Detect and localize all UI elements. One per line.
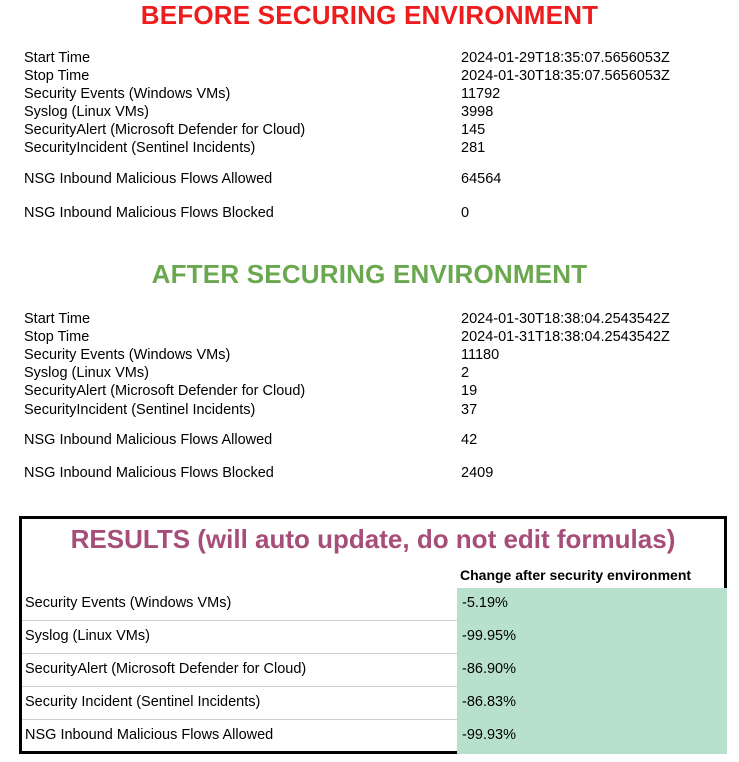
row-value: 37 — [461, 402, 478, 418]
row-label: NSG Inbound Malicious Flows Blocked — [24, 465, 274, 481]
row-value: 2409 — [461, 465, 494, 481]
row-value: -99.93% — [462, 727, 517, 743]
row-value: 2024-01-30T18:35:07.5656053Z — [461, 68, 670, 84]
before-section-title: BEFORE SECURING ENVIRONMENT — [140, 0, 599, 30]
before-row-stop-time: Stop Time 2024-01-30T18:35:07.5656053Z — [24, 67, 724, 85]
after-row-syslog: Syslog (Linux VMs) 2 — [24, 364, 724, 382]
before-row-start-time: Start Time 2024-01-29T18:35:07.5656053Z — [24, 49, 724, 67]
row-label: SecurityAlert (Microsoft Defender for Cl… — [25, 661, 307, 677]
row-value: 42 — [461, 432, 478, 448]
row-value: 11792 — [461, 86, 501, 102]
row-label: Security Events (Windows VMs) — [24, 86, 231, 102]
row-value: 19 — [461, 383, 478, 399]
after-row-security-events: Security Events (Windows VMs) 11180 — [24, 346, 724, 364]
row-value: 2024-01-30T18:38:04.2543542Z — [461, 311, 670, 327]
results-title: RESULTS (will auto update, do not edit f… — [70, 524, 676, 554]
row-value: 2024-01-31T18:38:04.2543542Z — [461, 329, 670, 345]
results-panel: RESULTS (will auto update, do not edit f… — [19, 516, 727, 754]
row-label: Start Time — [24, 311, 91, 327]
before-row-nsg-blocked: NSG Inbound Malicious Flows Blocked 0 — [24, 204, 724, 222]
row-label: SecurityAlert (Microsoft Defender for Cl… — [24, 122, 306, 138]
row-value: 145 — [461, 122, 486, 138]
row-value: 2024-01-29T18:35:07.5656053Z — [461, 50, 670, 66]
row-label: SecurityAlert (Microsoft Defender for Cl… — [24, 383, 306, 399]
results-row-security-events: Security Events (Windows VMs) -5.19% — [22, 588, 724, 621]
row-label: SecurityIncident (Sentinel Incidents) — [24, 140, 256, 156]
before-row-security-events: Security Events (Windows VMs) 11792 — [24, 85, 724, 103]
row-value: -5.19% — [462, 595, 508, 611]
row-value: -99.95% — [462, 628, 517, 644]
before-row-security-alert: SecurityAlert (Microsoft Defender for Cl… — [24, 121, 724, 139]
after-row-stop-time: Stop Time 2024-01-31T18:38:04.2543542Z — [24, 328, 724, 346]
row-label: NSG Inbound Malicious Flows Allowed — [25, 727, 274, 743]
after-row-nsg-allowed: NSG Inbound Malicious Flows Allowed 42 — [24, 431, 724, 449]
row-label: Security Events (Windows VMs) — [24, 347, 231, 363]
row-label: NSG Inbound Malicious Flows Blocked — [24, 205, 274, 221]
row-label: NSG Inbound Malicious Flows Allowed — [24, 171, 273, 187]
results-row-syslog: Syslog (Linux VMs) -99.95% — [22, 621, 724, 654]
before-row-nsg-allowed: NSG Inbound Malicious Flows Allowed 6456… — [24, 170, 724, 188]
row-label: Syslog (Linux VMs) — [24, 104, 149, 120]
results-column-header: Change after security environment — [460, 567, 692, 583]
row-label: Stop Time — [24, 329, 90, 345]
row-value: 0 — [461, 205, 470, 221]
row-label: NSG Inbound Malicious Flows Allowed — [24, 432, 273, 448]
results-row-security-alert: SecurityAlert (Microsoft Defender for Cl… — [22, 654, 724, 687]
after-row-nsg-blocked: NSG Inbound Malicious Flows Blocked 2409 — [24, 464, 724, 482]
row-value: 281 — [461, 140, 486, 156]
row-label: Syslog (Linux VMs) — [24, 365, 149, 381]
row-label: Start Time — [24, 50, 91, 66]
row-label: Syslog (Linux VMs) — [25, 628, 150, 644]
before-row-syslog: Syslog (Linux VMs) 3998 — [24, 103, 724, 121]
row-label: Stop Time — [24, 68, 90, 84]
row-value: 64564 — [461, 171, 502, 187]
after-row-security-alert: SecurityAlert (Microsoft Defender for Cl… — [24, 382, 724, 400]
row-label: SecurityIncident (Sentinel Incidents) — [24, 402, 256, 418]
row-value: 11180 — [461, 347, 500, 363]
after-section-title: AFTER SECURING ENVIRONMENT — [151, 259, 588, 289]
results-row-nsg-allowed: NSG Inbound Malicious Flows Allowed -99.… — [22, 720, 724, 753]
row-label: Security Events (Windows VMs) — [25, 595, 232, 611]
after-row-security-incident: SecurityIncident (Sentinel Incidents) 37 — [24, 401, 724, 419]
row-label: Security Incident (Sentinel Incidents) — [25, 694, 261, 710]
results-row-security-incident: Security Incident (Sentinel Incidents) -… — [22, 687, 724, 720]
row-value: -86.83% — [462, 694, 517, 710]
row-value: -86.90% — [462, 661, 517, 677]
row-value: 2 — [461, 365, 470, 381]
before-row-security-incident: SecurityIncident (Sentinel Incidents) 28… — [24, 139, 724, 157]
row-value: 3998 — [461, 104, 494, 120]
after-row-start-time: Start Time 2024-01-30T18:38:04.2543542Z — [24, 310, 724, 328]
